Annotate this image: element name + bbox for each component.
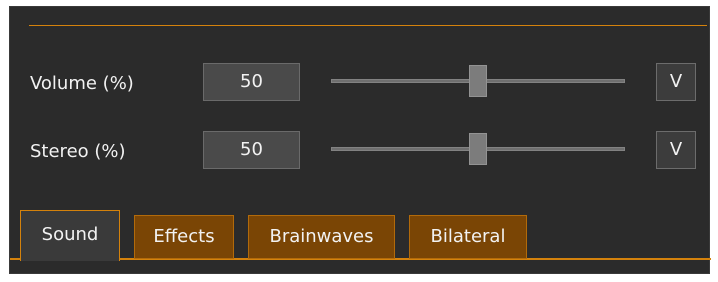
app-frame: Volume (%) 50 V Stereo (%) 50 V Sound Ef…: [0, 0, 718, 282]
stereo-label: Stereo (%): [30, 141, 126, 162]
tab-brainwaves[interactable]: Brainwaves: [248, 215, 395, 259]
stereo-v-button[interactable]: V: [656, 131, 696, 169]
volume-v-button[interactable]: V: [656, 63, 696, 101]
divider: [29, 25, 707, 26]
stereo-value-field[interactable]: 50: [203, 131, 300, 169]
volume-value-field[interactable]: 50: [203, 63, 300, 101]
volume-slider-thumb[interactable]: [469, 65, 487, 97]
volume-row: Volume (%) 50 V: [10, 63, 711, 103]
tab-strip: Sound Effects Brainwaves Bilateral: [10, 207, 711, 273]
tab-bilateral[interactable]: Bilateral: [409, 215, 527, 259]
tab-sound[interactable]: Sound: [20, 210, 120, 261]
tab-effects[interactable]: Effects: [134, 215, 234, 259]
sound-settings-panel: Volume (%) 50 V Stereo (%) 50 V Sound Ef…: [9, 6, 711, 274]
stereo-row: Stereo (%) 50 V: [10, 131, 711, 171]
volume-label: Volume (%): [30, 73, 134, 94]
stereo-slider-thumb[interactable]: [469, 133, 487, 165]
